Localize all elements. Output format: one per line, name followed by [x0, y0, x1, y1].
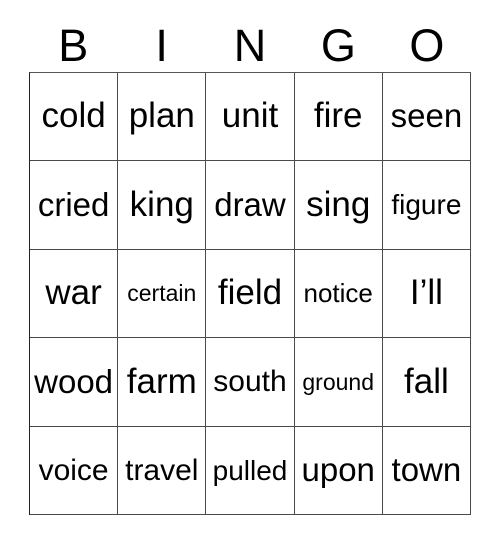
bingo-grid: cold plan unit fire seen cried king draw… — [29, 72, 471, 515]
bingo-cell-b2[interactable]: cried — [30, 161, 119, 250]
bingo-cell-g3[interactable]: notice — [294, 249, 383, 339]
bingo-cell-i1[interactable]: plan — [118, 73, 207, 162]
bingo-cell-label: sing — [306, 184, 371, 224]
bingo-cell-label: pulled — [212, 454, 288, 486]
bingo-card: B I N G O cold plan unit fire seen cried… — [0, 0, 500, 544]
bingo-cell-label: upon — [301, 450, 375, 488]
bingo-cell-label: cried — [37, 185, 110, 223]
bingo-cell-o1[interactable]: seen — [382, 73, 471, 162]
bingo-cell-label: south — [213, 365, 287, 399]
bingo-cell-label: unit — [221, 96, 279, 136]
bingo-cell-o5[interactable]: town — [382, 426, 471, 515]
bingo-cell-b1[interactable]: cold — [30, 73, 119, 162]
bingo-cell-label: ground — [302, 368, 374, 395]
bingo-cell-label: plan — [128, 96, 195, 136]
bingo-cell-i2[interactable]: king — [118, 161, 207, 250]
bingo-cell-g2[interactable]: sing — [294, 161, 383, 250]
bingo-cell-b4[interactable]: wood — [30, 338, 119, 427]
bingo-cell-label: fall — [404, 361, 449, 401]
bingo-cell-i3[interactable]: certain — [118, 249, 207, 339]
bingo-cell-label: wood — [34, 362, 114, 400]
bingo-cell-o4[interactable]: fall — [382, 338, 471, 427]
bingo-cell-n2[interactable]: draw — [206, 161, 295, 250]
bingo-cell-n4[interactable]: south — [206, 338, 295, 427]
bingo-cell-label: town — [391, 450, 462, 488]
bingo-cell-label: farm — [126, 361, 197, 401]
bingo-cell-i5[interactable]: travel — [118, 426, 207, 515]
bingo-header-row: B I N G O — [29, 18, 471, 72]
bingo-cell-n1[interactable]: unit — [206, 73, 295, 162]
bingo-cell-b3[interactable]: war — [30, 249, 119, 339]
bingo-header-letter-g: G — [320, 19, 356, 71]
bingo-cell-label: king — [129, 184, 194, 224]
bingo-cell-n3[interactable]: field — [206, 249, 295, 339]
bingo-cell-label: figure — [391, 189, 462, 221]
bingo-cell-g1[interactable]: fire — [294, 73, 383, 162]
bingo-cell-label: travel — [125, 453, 199, 487]
bingo-cell-g5[interactable]: upon — [294, 426, 383, 515]
bingo-cell-o2[interactable]: figure — [382, 161, 471, 250]
bingo-cell-label: notice — [303, 277, 373, 308]
bingo-header-letter-i: I — [155, 19, 168, 71]
bingo-cell-b5[interactable]: voice — [30, 426, 119, 515]
bingo-cell-label: war — [45, 273, 102, 313]
bingo-cell-label: certain — [127, 280, 197, 307]
bingo-cell-label: fire — [313, 96, 363, 136]
bingo-cell-label: I’ll — [409, 273, 443, 313]
bingo-header-letter-o: O — [409, 19, 445, 71]
bingo-cell-n5[interactable]: pulled — [206, 426, 295, 515]
bingo-cell-label: seen — [390, 97, 463, 135]
bingo-header-letter-b: B — [58, 19, 89, 71]
bingo-cell-label: field — [217, 273, 283, 313]
bingo-cell-label: cold — [41, 96, 106, 136]
bingo-cell-g4[interactable]: ground — [294, 338, 383, 427]
bingo-cell-i4[interactable]: farm — [118, 338, 207, 427]
bingo-cell-o3[interactable]: I’ll — [382, 249, 471, 339]
bingo-cell-label: voice — [38, 453, 109, 487]
bingo-header-letter-n: N — [233, 19, 267, 71]
bingo-cell-label: draw — [214, 185, 286, 223]
